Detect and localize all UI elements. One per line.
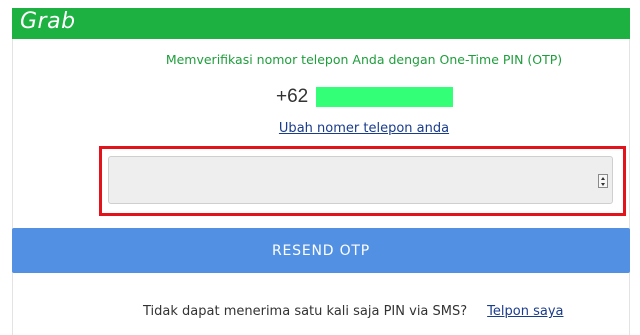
change-phone-link[interactable]: Ubah nomer telepon anda xyxy=(0,121,640,136)
app-header: Grab xyxy=(12,8,630,39)
resend-otp-button[interactable]: RESEND OTP xyxy=(12,228,630,273)
sms-help-text: Tidak dapat menerima satu kali saja PIN … xyxy=(143,304,468,319)
verification-message: Memverifikasi nomor telepon Anda dengan … xyxy=(165,52,563,67)
country-code: +62 xyxy=(276,86,309,107)
call-me-link[interactable]: Telpon saya xyxy=(487,304,563,319)
otp-verification-page: Grab Memverifikasi nomor telepon Anda de… xyxy=(0,0,640,335)
number-spinner[interactable] xyxy=(598,174,608,188)
spinner-up-icon[interactable] xyxy=(601,176,605,180)
footer-help: Tidak dapat menerima satu kali saja PIN … xyxy=(143,304,563,319)
frame-border-left xyxy=(12,39,13,335)
grab-logo: Grab xyxy=(20,9,76,34)
phone-number-display: +62 xyxy=(276,85,454,109)
phone-number-redaction xyxy=(316,87,454,107)
frame-border-right xyxy=(629,39,630,335)
spinner-down-icon[interactable] xyxy=(601,182,605,186)
otp-input[interactable] xyxy=(108,156,613,204)
